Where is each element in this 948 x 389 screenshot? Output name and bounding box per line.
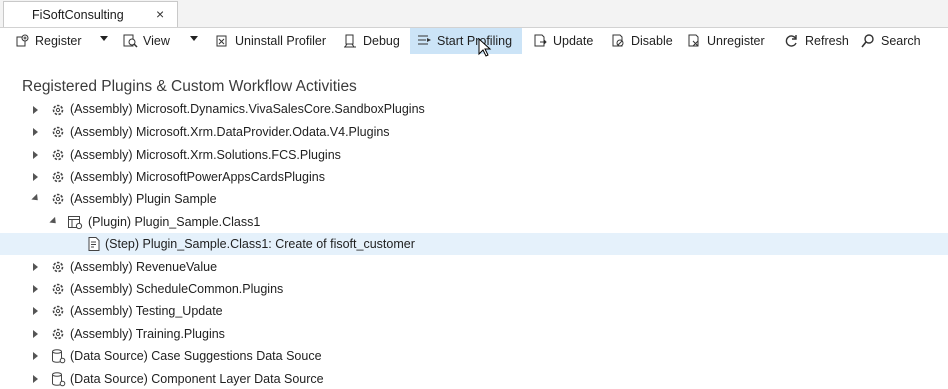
- assembly-gear-icon: [52, 305, 64, 317]
- tree-row-label: (Data Source) Component Layer Data Sourc…: [70, 372, 324, 386]
- search-icon: [861, 34, 874, 48]
- unregister-icon: [688, 34, 699, 47]
- refresh-button[interactable]: Refresh: [778, 28, 855, 54]
- assembly-gear-icon: [52, 104, 64, 116]
- view-dropdown-icon[interactable]: [190, 36, 198, 41]
- view-button[interactable]: View: [116, 28, 176, 54]
- debug-icon: [344, 34, 356, 48]
- data-source-icon: [52, 372, 66, 387]
- disable-button[interactable]: Disable: [604, 28, 679, 54]
- assembly-gear-icon: [52, 126, 64, 138]
- view-icon: [123, 34, 138, 48]
- tree-row-label: (Assembly) Training.Plugins: [70, 327, 225, 341]
- tree-row[interactable]: (Assembly) MicrosoftPowerAppsCardsPlugin…: [0, 166, 948, 188]
- expand-icon[interactable]: [33, 307, 38, 315]
- register-button[interactable]: Register: [8, 28, 88, 54]
- expand-icon[interactable]: [33, 173, 38, 181]
- tree-row-selected[interactable]: (Step) Plugin_Sample.Class1: Create of f…: [0, 233, 948, 255]
- tree-row-label: (Assembly) Testing_Update: [70, 304, 223, 318]
- start-profiling-label: Start Profiling: [437, 34, 513, 48]
- tree-row[interactable]: (Data Source) Component Layer Data Sourc…: [0, 368, 948, 389]
- assembly-gear-icon: [52, 261, 64, 273]
- tree-row-label: (Assembly) Microsoft.Xrm.DataProvider.Od…: [70, 125, 390, 139]
- tree-row-label: (Assembly) RevenueValue: [70, 260, 218, 274]
- disable-icon: [612, 34, 624, 47]
- collapse-icon[interactable]: [49, 216, 59, 227]
- expand-icon[interactable]: [33, 285, 38, 293]
- tree-row-label: (Assembly) MicrosoftPowerAppsCardsPlugin…: [70, 170, 325, 184]
- debug-label: Debug: [363, 34, 400, 48]
- register-dropdown-icon[interactable]: [100, 36, 108, 41]
- tree-row-label: (Assembly) Microsoft.Dynamics.VivaSalesC…: [70, 102, 425, 116]
- tab-fisoftconsulting[interactable]: FiSoftConsulting ×: [3, 1, 178, 27]
- search-label: Search: [881, 34, 921, 48]
- update-icon: [534, 34, 547, 47]
- tree-row-label: (Data Source) Case Suggestions Data Souc…: [70, 349, 322, 363]
- tree-row-label: (Plugin) Plugin_Sample.Class1: [88, 215, 261, 229]
- tree-row[interactable]: (Assembly) Microsoft.Xrm.Solutions.FCS.P…: [0, 144, 948, 166]
- tree-row[interactable]: (Assembly) Testing_Update: [0, 300, 948, 322]
- tree-row[interactable]: (Data Source) Case Suggestions Data Souc…: [0, 345, 948, 367]
- plugin-class-icon: [68, 216, 83, 230]
- refresh-icon: [785, 35, 797, 47]
- expand-icon[interactable]: [33, 106, 38, 114]
- tree-row[interactable]: (Plugin) Plugin_Sample.Class1: [0, 211, 948, 233]
- uninstall-profiler-button[interactable]: Uninstall Profiler: [208, 28, 332, 54]
- tree-row[interactable]: (Assembly) ScheduleCommon.Plugins: [0, 278, 948, 300]
- document-tab-strip: FiSoftConsulting ×: [0, 0, 948, 28]
- collapse-icon[interactable]: [31, 193, 41, 204]
- register-icon: [16, 34, 29, 47]
- view-label: View: [143, 34, 170, 48]
- expand-icon[interactable]: [33, 263, 38, 271]
- section-title: Registered Plugins & Custom Workflow Act…: [22, 78, 357, 95]
- disable-label: Disable: [631, 34, 673, 48]
- assembly-gear-icon: [52, 149, 64, 161]
- tree-row[interactable]: (Assembly) RevenueValue: [0, 256, 948, 278]
- uninstall-profiler-icon: [216, 35, 227, 47]
- plugin-tree[interactable]: (Assembly) Microsoft.Dynamics.VivaSalesC…: [0, 100, 948, 389]
- expand-icon[interactable]: [33, 352, 38, 360]
- update-label: Update: [553, 34, 594, 48]
- assembly-gear-icon: [52, 328, 64, 340]
- tree-row-label: (Assembly) ScheduleCommon.Plugins: [70, 282, 284, 296]
- register-label: Register: [35, 34, 82, 48]
- refresh-label: Refresh: [805, 34, 849, 48]
- unregister-label: Unregister: [707, 34, 765, 48]
- tree-row-partial[interactable]: (Assembly) Microsoft.Dynamics.VivaSalesC…: [0, 100, 948, 121]
- tree-row-label: (Step) Plugin_Sample.Class1: Create of f…: [105, 237, 415, 251]
- expand-icon[interactable]: [33, 375, 38, 383]
- toolbar: Register View Uninstall Profiler Debug S…: [0, 28, 948, 54]
- close-tab-icon[interactable]: ×: [156, 6, 164, 22]
- expand-icon[interactable]: [33, 128, 38, 136]
- tree-row-label: (Assembly) Plugin Sample: [70, 192, 217, 206]
- start-profiling-button[interactable]: Start Profiling: [410, 28, 522, 54]
- assembly-gear-icon: [52, 171, 64, 183]
- assembly-gear-icon: [52, 193, 64, 205]
- assembly-gear-icon: [52, 283, 64, 295]
- tree-row[interactable]: (Assembly) Plugin Sample: [0, 188, 948, 210]
- tree-row[interactable]: (Assembly) Training.Plugins: [0, 323, 948, 345]
- tree-row[interactable]: (Assembly) Microsoft.Xrm.DataProvider.Od…: [0, 121, 948, 143]
- step-document-icon: [88, 237, 100, 251]
- expand-icon[interactable]: [33, 151, 38, 159]
- uninstall-profiler-label: Uninstall Profiler: [235, 34, 327, 48]
- debug-button[interactable]: Debug: [336, 28, 406, 54]
- start-profiling-icon: [418, 35, 431, 45]
- data-source-icon: [52, 349, 66, 364]
- tree-row-label: (Assembly) Microsoft.Xrm.Solutions.FCS.P…: [70, 148, 341, 162]
- tab-title: FiSoftConsulting: [32, 8, 124, 22]
- expand-icon[interactable]: [33, 330, 38, 338]
- update-button[interactable]: Update: [526, 28, 599, 54]
- unregister-button[interactable]: Unregister: [680, 28, 771, 54]
- search-button[interactable]: Search: [854, 28, 927, 54]
